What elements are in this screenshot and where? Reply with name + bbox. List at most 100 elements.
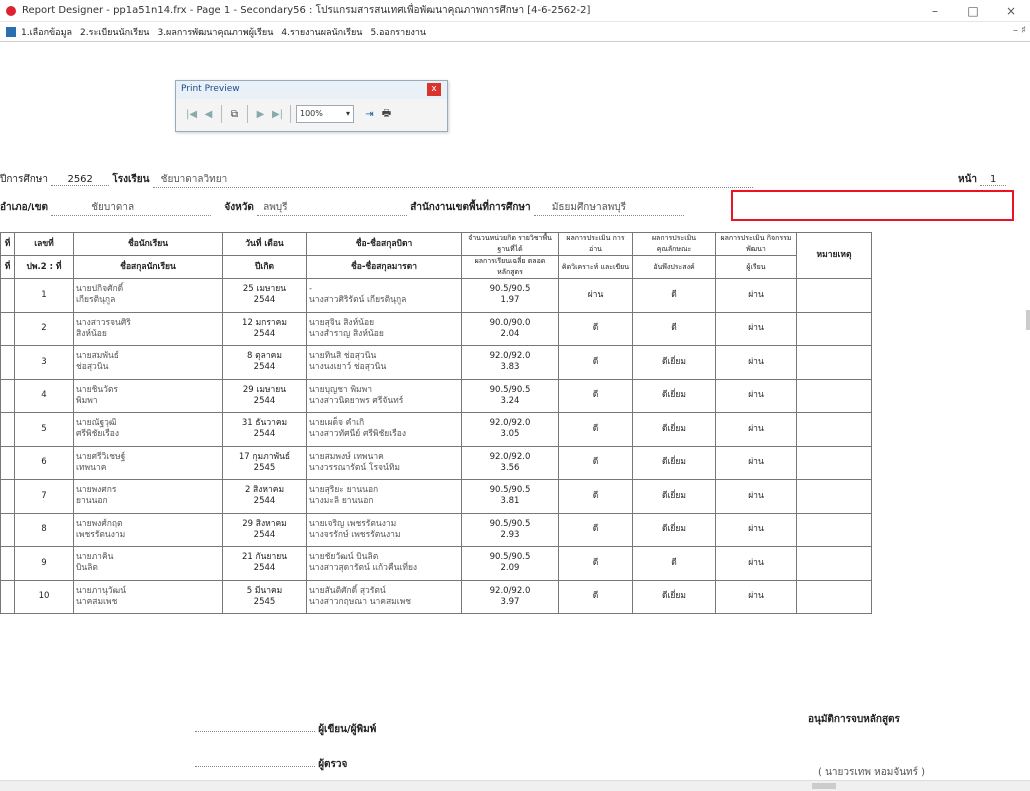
copy-icon[interactable]: ⧉ bbox=[227, 109, 242, 120]
birth-cell: 25 เมษายน 2544 bbox=[222, 278, 307, 313]
exit-preview-icon[interactable]: ⇥ bbox=[362, 109, 377, 120]
father-name: นายบุญชา พิมพา bbox=[309, 384, 373, 395]
year-label: ปีการศึกษา bbox=[0, 174, 48, 185]
gpa-value: 2.04 bbox=[500, 328, 520, 339]
birth-year: 2544 bbox=[253, 395, 276, 406]
maximize-button[interactable]: □ bbox=[954, 0, 992, 22]
remark-cell bbox=[796, 412, 872, 447]
menu-item-student-record[interactable]: 2.ระเบียนนักเรียน bbox=[80, 25, 149, 39]
menu-item-quality[interactable]: 3.ผลการพัฒนาคุณภาพผู้เรียน bbox=[157, 25, 273, 39]
next-page-icon[interactable]: ▶ bbox=[253, 109, 268, 120]
province-value: ลพบุรี bbox=[257, 200, 408, 216]
mother-name: นางนงเยาว์ ช่อสุวนิน bbox=[309, 362, 387, 373]
trait-result: ดีเยี่ยม bbox=[632, 412, 716, 447]
credit-value: 90.5/90.5 bbox=[489, 384, 531, 395]
gpa-value: 3.56 bbox=[500, 462, 520, 473]
father-name: นายสมพงษ์ เทพนาค bbox=[309, 451, 384, 462]
remark-cell bbox=[796, 345, 872, 380]
school-label: โรงเรียน bbox=[112, 174, 150, 185]
print-preview-close-button[interactable]: x bbox=[427, 83, 441, 96]
close-button[interactable]: × bbox=[992, 0, 1030, 22]
table-row: 3 นายสมพันธ์ ช่อสุวนิน 8 ตุลาคม 2544 นายทินสิ… bbox=[0, 345, 872, 380]
credit-value: 90.5/90.5 bbox=[489, 552, 531, 563]
menu-item-select-data[interactable]: 1.เลือกข้อมูล bbox=[21, 25, 72, 39]
gpa-value: 3.24 bbox=[500, 395, 520, 406]
first-page-icon[interactable]: |◀ bbox=[184, 109, 199, 120]
reading-result: ดี bbox=[558, 345, 633, 380]
birth-date: 21 กันยายน bbox=[241, 552, 288, 563]
horizontal-scrollbar[interactable] bbox=[0, 780, 1030, 791]
checker-signature: ผู้ตรวจ bbox=[195, 757, 347, 772]
student-surname: ศรีพิชัยเรือง bbox=[76, 429, 120, 440]
menu-window-controls[interactable]: – ♯ bbox=[1013, 25, 1026, 36]
col-header: ผลการเรียนเฉลี่ย ตลอดหลักสูตร bbox=[461, 255, 559, 279]
vertical-scroll-thumb[interactable] bbox=[1026, 310, 1030, 330]
student-name-cell: นายชินวัตร พิมพา bbox=[73, 378, 223, 413]
table-header-row: ที่ เลขที่ ชื่อนักเรียน วันที่ เดือน ชื่… bbox=[0, 232, 872, 279]
student-name: นายศรีวิเชษฐ์ bbox=[76, 451, 126, 462]
menu-item-print-report[interactable]: 5.ออกรายงาน bbox=[370, 25, 426, 39]
col-header: ชื่อ-ชื่อสกุลบิดา bbox=[306, 232, 462, 256]
birth-date: 5 มีนาคม bbox=[246, 585, 283, 596]
col-header: หมายเหตุ bbox=[796, 232, 872, 279]
student-name-cell: นายภานุวัฒน์ นาคสมเพช bbox=[73, 579, 223, 614]
trait-result: ดี bbox=[632, 278, 716, 313]
toolbar-divider bbox=[221, 105, 222, 123]
minimize-button[interactable]: – bbox=[916, 0, 954, 22]
credit-value: 92.0/92.0 bbox=[489, 418, 531, 429]
row-marker bbox=[0, 546, 15, 581]
student-surname: เพชรรัตนงาม bbox=[76, 529, 126, 540]
reading-result: ผ่าน bbox=[558, 278, 633, 313]
trait-result: ดีเยี่ยม bbox=[632, 579, 716, 614]
table-row: 4 นายชินวัตร พิมพา 29 เมษายน 2544 นายบุญชา พิ… bbox=[0, 378, 872, 413]
row-marker bbox=[0, 311, 15, 346]
birth-date: 25 เมษายน bbox=[242, 284, 287, 295]
row-number: 6 bbox=[14, 445, 74, 480]
printer-icon[interactable]: 🖶 bbox=[379, 106, 394, 123]
row-marker bbox=[0, 445, 15, 480]
student-name-cell: นายพงศกร ยานนอก bbox=[73, 479, 223, 514]
birth-year: 2544 bbox=[253, 328, 276, 339]
last-page-icon[interactable]: ▶| bbox=[270, 109, 285, 120]
district-value: ชัยบาดาล bbox=[51, 200, 212, 216]
header-line-2: อำเภอ/เขต ชัยบาดาล จังหวัด ลพบุรี สำนักง… bbox=[0, 200, 684, 216]
col-header: ที่ bbox=[0, 255, 15, 279]
student-name: นายพงศกร bbox=[76, 485, 117, 496]
student-name-cell: นางสาวรจนศิริ สิงห์น้อย bbox=[73, 311, 223, 346]
birth-date: 17 กุมภาพันธ์ bbox=[238, 451, 291, 462]
activity-result: ผ่าน bbox=[715, 512, 797, 547]
birth-cell: 8 ตุลาคม 2544 bbox=[222, 345, 307, 380]
credit-value: 92.0/92.0 bbox=[489, 451, 531, 462]
trait-result: ดีเยี่ยม bbox=[632, 445, 716, 480]
row-marker bbox=[0, 345, 15, 380]
birth-year: 2544 bbox=[253, 295, 276, 306]
trait-result: ดีเยี่ยม bbox=[632, 512, 716, 547]
zoom-select[interactable]: 100% ▾ bbox=[296, 105, 354, 123]
scroll-thumb[interactable] bbox=[812, 783, 836, 789]
reading-result: ดี bbox=[558, 479, 633, 514]
credit-cell: 92.0/92.0 3.83 bbox=[461, 345, 559, 380]
credit-cell: 90.0/90.0 2.04 bbox=[461, 311, 559, 346]
mother-name: นางมะลิ ยานนอก bbox=[309, 496, 374, 507]
menu-item-report-result[interactable]: 4.รายงานผลนักเรียน bbox=[281, 25, 362, 39]
student-surname: นาคสมเพช bbox=[76, 596, 118, 607]
birth-cell: 12 มกราคม 2544 bbox=[222, 311, 307, 346]
parents-cell: นายสุริยะ ยานนอก นางมะลิ ยานนอก bbox=[306, 479, 462, 514]
prev-page-icon[interactable]: ◀ bbox=[201, 109, 216, 120]
father-name: นายเจริญ เพชรรัตนงาม bbox=[309, 518, 397, 529]
writer-label: ผู้เขียน/ผู้พิมพ์ bbox=[318, 724, 377, 735]
birth-cell: 21 กันยายน 2544 bbox=[222, 546, 307, 581]
col-header: เลขที่ bbox=[14, 232, 74, 256]
trait-result: ดีเยี่ยม bbox=[632, 378, 716, 413]
reading-result: ดี bbox=[558, 378, 633, 413]
toolbar-divider bbox=[290, 105, 291, 123]
row-number: 5 bbox=[14, 412, 74, 447]
print-preview-toolbar: Print Preview x |◀ ◀ ⧉ ▶ ▶| 100% ▾ ⇥ 🖶 bbox=[175, 80, 448, 132]
gpa-value: 1.97 bbox=[500, 295, 520, 306]
activity-result: ผ่าน bbox=[715, 378, 797, 413]
col-header: ผลการประเมิน กิจกรรมพัฒนา bbox=[715, 232, 797, 256]
student-surname: เกียรตินุกูล bbox=[76, 295, 116, 306]
credit-value: 92.0/92.0 bbox=[489, 585, 531, 596]
row-number: 10 bbox=[14, 579, 74, 614]
table-row: 2 นางสาวรจนศิริ สิงห์น้อย 12 มกราคม 2544 นายส… bbox=[0, 311, 872, 346]
